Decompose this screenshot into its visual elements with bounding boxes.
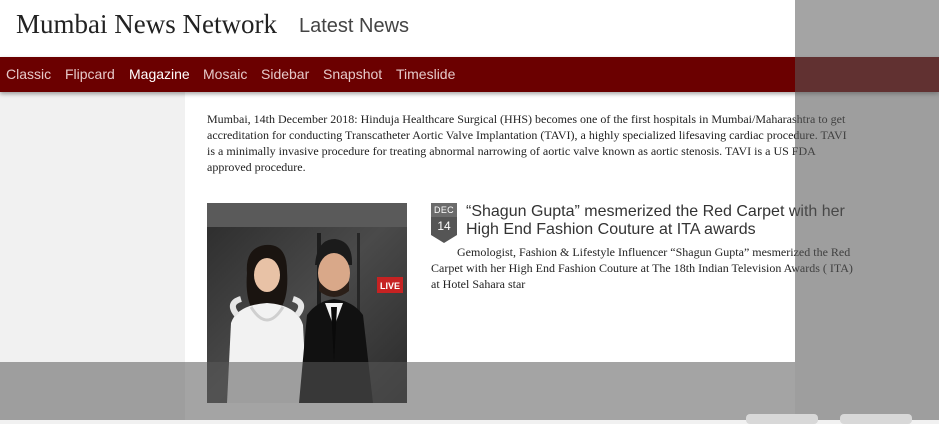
modal-overlay-right[interactable]: [795, 0, 939, 420]
nav-item-snapshot[interactable]: Snapshot: [323, 66, 382, 82]
page-subtitle: Latest News: [299, 15, 410, 37]
modal-overlay-bottom[interactable]: [0, 362, 795, 420]
nav-item-mosaic[interactable]: Mosaic: [203, 66, 247, 82]
nav-item-magazine[interactable]: Magazine: [129, 66, 190, 82]
date-badge: DEC 14: [431, 203, 457, 243]
intro-article-excerpt: Mumbai, 14th December 2018: Hinduja Heal…: [207, 112, 847, 174]
date-badge-notch: [431, 235, 457, 243]
nav-item-classic[interactable]: Classic: [6, 66, 51, 82]
date-day: 14: [431, 217, 457, 235]
nav-item-flipcard[interactable]: Flipcard: [65, 66, 115, 82]
overlay-button-2[interactable]: [840, 414, 912, 424]
nav-item-sidebar[interactable]: Sidebar: [261, 66, 309, 82]
live-sign-text: LIVE: [380, 281, 400, 291]
nav-item-timeslide[interactable]: Timeslide: [396, 66, 455, 82]
overlay-button-1[interactable]: [746, 414, 818, 424]
date-month: DEC: [431, 203, 457, 217]
site-title[interactable]: Mumbai News Network: [16, 9, 277, 40]
